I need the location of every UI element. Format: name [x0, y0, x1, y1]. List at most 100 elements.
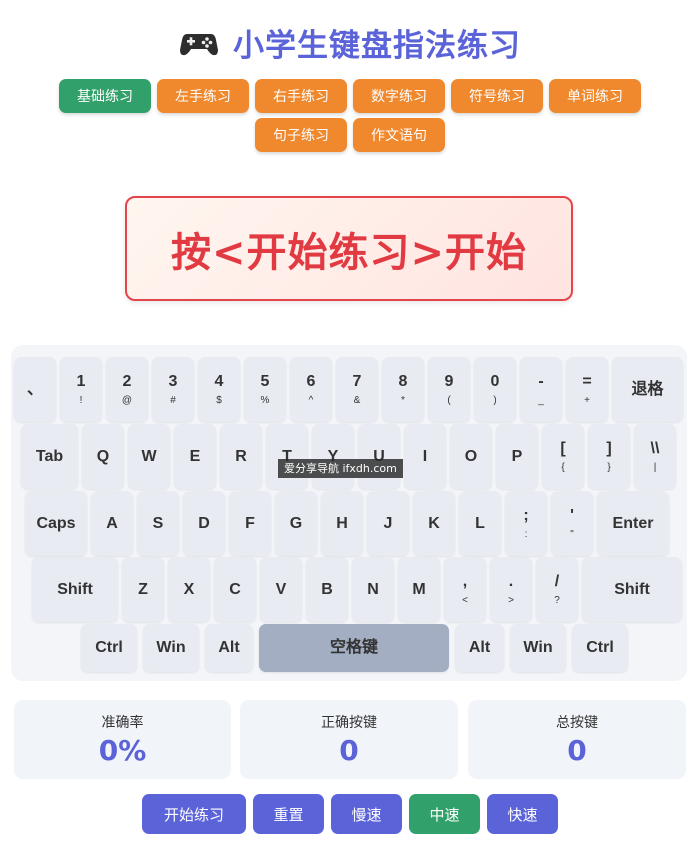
key-main-label: 5	[260, 372, 270, 390]
prompt-display: 按<开始练习>开始	[125, 196, 573, 301]
key-e[interactable]: E	[174, 424, 216, 489]
key-main-label: J	[383, 514, 393, 532]
mode-tab-sentences[interactable]: 句子练习	[255, 118, 347, 152]
key-m[interactable]: M	[398, 557, 440, 622]
key-ctrl[interactable]: Ctrl	[572, 624, 628, 672]
key-period[interactable]: . >	[490, 557, 532, 622]
key-i[interactable]: I	[404, 424, 446, 489]
key-semicolon[interactable]: ;:	[505, 491, 547, 556]
mode-tab-composition[interactable]: 作文语句	[353, 118, 445, 152]
key-main-label: Enter	[612, 514, 654, 532]
key-shift-label: }	[607, 461, 611, 473]
key-main-label: W	[141, 447, 157, 465]
medium-speed-button[interactable]: 中速	[409, 794, 480, 834]
key-6[interactable]: 6 ^	[290, 357, 332, 422]
key-t[interactable]: T	[266, 424, 308, 489]
key-main-label: B	[321, 580, 333, 598]
page-title: 小学生键盘指法练习	[233, 28, 521, 64]
key-shift-label: @	[121, 394, 133, 406]
key-y[interactable]: Y	[312, 424, 354, 489]
key-5[interactable]: 5%	[244, 357, 286, 422]
key-2[interactable]: 2 @	[106, 357, 148, 422]
key-minus[interactable]: - _	[520, 357, 562, 422]
mode-tab-right-hand[interactable]: 右手练习	[255, 79, 347, 113]
key-main-label: D	[198, 514, 210, 532]
reset-button[interactable]: 重置	[253, 794, 324, 834]
key-alt[interactable]: Alt	[205, 624, 253, 672]
key-n[interactable]: N	[352, 557, 394, 622]
key-f[interactable]: F	[229, 491, 271, 556]
slow-speed-button[interactable]: 慢速	[331, 794, 402, 834]
key-7[interactable]: 7 &	[336, 357, 378, 422]
key-k[interactable]: K	[413, 491, 455, 556]
key-q[interactable]: Q	[82, 424, 124, 489]
stat-label: 总按键	[556, 715, 598, 731]
key-backslash[interactable]: \\ |	[634, 424, 676, 489]
key-main-label: \\	[650, 439, 660, 457]
key-d[interactable]: D	[183, 491, 225, 556]
key-shift[interactable]: Shift	[32, 557, 118, 622]
key-main-label: V	[275, 580, 287, 598]
key-o[interactable]: O	[450, 424, 492, 489]
key-slash[interactable]: /?	[536, 557, 578, 622]
key-main-label: 空格键	[329, 639, 378, 656]
key-main-label: Shift	[614, 580, 650, 598]
key-x[interactable]: X	[168, 557, 210, 622]
key-alt[interactable]: Alt	[455, 624, 504, 672]
key-4[interactable]: 4 $	[198, 357, 240, 422]
key-l[interactable]: L	[459, 491, 501, 556]
key-shift-label: ^	[308, 394, 314, 406]
key-tab[interactable]: Tab	[21, 424, 78, 489]
key-0[interactable]: 0)	[474, 357, 516, 422]
key-z[interactable]: Z	[122, 557, 164, 622]
key-u[interactable]: U	[358, 424, 400, 489]
key-win[interactable]: Win	[510, 624, 566, 672]
key-3[interactable]: 3 #	[152, 357, 194, 422]
key-g[interactable]: G	[275, 491, 317, 556]
key-8[interactable]: 8 *	[382, 357, 424, 422]
key-main-label: 8	[398, 372, 408, 390]
mode-tab-left-hand[interactable]: 左手练习	[157, 79, 249, 113]
key-main-label: K	[428, 514, 440, 532]
key-main-label: 退格	[631, 380, 664, 398]
key-main-label: P	[511, 447, 523, 465]
key-caps[interactable]: Caps	[25, 491, 87, 556]
start-button[interactable]: 开始练习	[142, 794, 246, 834]
key-win[interactable]: Win	[143, 624, 199, 672]
key-main-label: Win	[156, 639, 186, 656]
key-b[interactable]: B	[306, 557, 348, 622]
key-r[interactable]: R	[220, 424, 262, 489]
mode-tab-basic[interactable]: 基础练习	[59, 79, 151, 113]
key-comma[interactable]: , <	[444, 557, 486, 622]
mode-tab-symbols[interactable]: 符号练习	[451, 79, 543, 113]
key-v[interactable]: V	[260, 557, 302, 622]
key-backspace[interactable]: 退格	[612, 357, 683, 422]
key-shift-label: #	[170, 394, 176, 406]
key-dunhao[interactable]: 、	[14, 357, 56, 422]
key-equals[interactable]: = +	[566, 357, 608, 422]
key-shift[interactable]: Shift	[582, 557, 682, 622]
key-c[interactable]: C	[214, 557, 256, 622]
key-shift-label: %	[260, 394, 270, 406]
key-main-label: R	[235, 447, 247, 465]
key-shift-label: $	[216, 394, 222, 406]
key-a[interactable]: A	[91, 491, 133, 556]
mode-tab-words[interactable]: 单词练习	[549, 79, 641, 113]
key-w[interactable]: W	[128, 424, 170, 489]
key-lbracket[interactable]: [{	[542, 424, 584, 489]
key-main-label: 7	[352, 372, 362, 390]
key-p[interactable]: P	[496, 424, 538, 489]
key-quote[interactable]: ' "	[551, 491, 593, 556]
key-9[interactable]: 9(	[428, 357, 470, 422]
key-h[interactable]: H	[321, 491, 363, 556]
key-j[interactable]: J	[367, 491, 409, 556]
key-space[interactable]: 空格键	[259, 624, 449, 672]
fast-speed-button[interactable]: 快速	[487, 794, 558, 834]
mode-tab-numbers[interactable]: 数字练习	[353, 79, 445, 113]
key-ctrl[interactable]: Ctrl	[81, 624, 137, 672]
key-shift-label: !	[79, 394, 83, 406]
key-s[interactable]: S	[137, 491, 179, 556]
key-enter[interactable]: Enter	[597, 491, 669, 556]
key-rbracket[interactable]: ]}	[588, 424, 630, 489]
key-1[interactable]: 1!	[60, 357, 102, 422]
